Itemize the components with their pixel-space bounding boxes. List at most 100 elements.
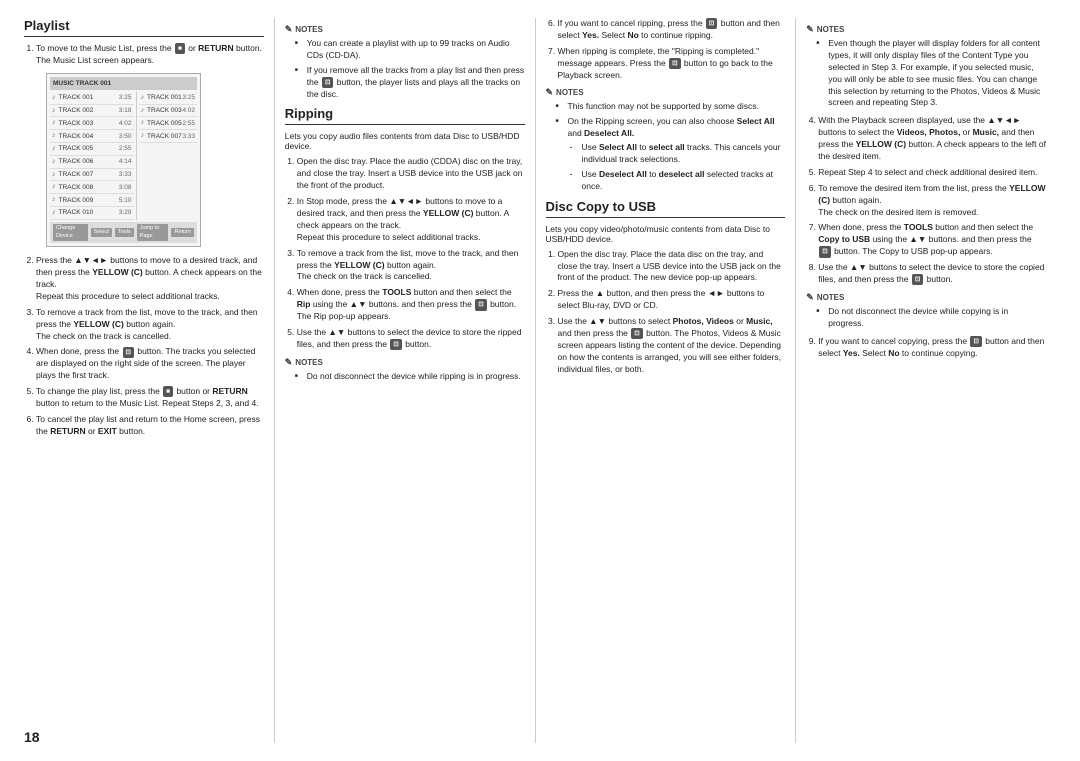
deselect-all-label: Deselect All (599, 169, 647, 179)
notes-box-1: ✎ NOTES You can create a playlist with u… (285, 24, 525, 100)
button-icon: ⊡ (970, 336, 981, 347)
list-item: To remove a track from the list, move to… (36, 307, 264, 343)
exit-label: EXIT (98, 426, 117, 436)
button-icon: ⊡ (706, 18, 717, 29)
toolbar-btn[interactable]: Change Device (53, 224, 88, 241)
sub-notes: Use Select All to select all tracks. Thi… (574, 142, 786, 193)
track-row: ♪TRACK 0064:14 (50, 156, 134, 169)
list-item: Use the ▲▼ buttons to select Photos, Vid… (558, 316, 786, 375)
list-item: To change the play list, press the ■ but… (36, 386, 264, 410)
list-item: Open the disc tray. Place the audio (CDD… (297, 156, 525, 192)
notes-header: ✎ NOTES (546, 87, 786, 98)
ripping-steps: Open the disc tray. Place the audio (CDD… (297, 156, 525, 350)
yellow-c-label: YELLOW (C) (818, 183, 1045, 205)
list-item: Use the ▲▼ buttons to select the device … (818, 262, 1046, 286)
track-row: ♪TRACK 0034:02 (50, 117, 134, 130)
toolbar-btn[interactable]: Select (91, 228, 112, 238)
copy-usb-label: Copy to USB (818, 234, 870, 244)
note-item: Do not disconnect the device while copyi… (820, 306, 1046, 330)
no-label: No (627, 30, 638, 40)
button-icon: ⊡ (669, 58, 680, 69)
notes-icon: ✎ (285, 24, 293, 35)
track-row: ♪TRACK 0095:10 (50, 194, 134, 207)
note-item: Even though the player will display fold… (820, 38, 1046, 109)
button-icon: ⊡ (322, 77, 333, 88)
button-icon: ⊡ (631, 328, 642, 339)
note-item: Do not disconnect the device while rippi… (299, 371, 525, 383)
yellow-c-label: YELLOW (C) (423, 208, 474, 218)
list-item: When done, press the ⊡ button. The track… (36, 346, 264, 382)
button-icon: ■ (175, 43, 185, 54)
select-all-action: select all (649, 142, 685, 152)
heading-ripping: Ripping (285, 106, 525, 125)
notes-list: Even though the player will display fold… (820, 38, 1046, 109)
notes-content: Do not disconnect the device while copyi… (810, 306, 1046, 330)
list-item: When ripping is complete, the "Ripping i… (558, 46, 786, 82)
list-item: Open the disc tray. Place the data disc … (558, 249, 786, 285)
music-list-toolbar: Change Device Select Tools Jump to Page … (50, 222, 197, 243)
track-row: ♪TRACK 0034:02 (139, 105, 197, 118)
heading-playlist: Playlist (24, 18, 264, 37)
return-label: RETURN (50, 426, 85, 436)
track-row: ♪TRACK 0083:08 (50, 181, 134, 194)
list-item: Press the ▲ button, and then press the ◄… (558, 288, 786, 312)
notes-list: Do not disconnect the device while copyi… (820, 306, 1046, 330)
notes-label: NOTES (295, 358, 323, 367)
col-playlist: Playlist To move to the Music List, pres… (24, 18, 275, 743)
track-row: ♪TRACK 0043:50 (50, 130, 134, 143)
track-row: ♪TRACK 0103:29 (50, 207, 134, 220)
yellow-c-label: YELLOW (C) (856, 139, 907, 149)
rip-label: Rip (297, 299, 311, 309)
notes-content: Even though the player will display fold… (810, 38, 1046, 109)
yellow-c-label: YELLOW (C) (73, 319, 124, 329)
track-row: ♪TRACK 0013:25 (50, 92, 134, 105)
toolbar-btn[interactable]: Jump to Page (137, 224, 169, 241)
note-item: You can create a playlist with up to 99 … (299, 38, 525, 62)
toolbar-btn[interactable]: Tools (115, 228, 134, 238)
tools-label: TOOLS (382, 287, 411, 297)
note-item: On the Ripping screen, you can also choo… (560, 116, 786, 192)
yellow-c-label: YELLOW (C) (334, 260, 385, 270)
button-icon: ⊡ (819, 246, 830, 257)
yes-label: Yes. (582, 30, 599, 40)
notes-box-3: ✎ NOTES This function may not be support… (546, 87, 786, 192)
notes-box-5: ✎ NOTES Do not disconnect the device whi… (806, 292, 1046, 330)
toolbar-btn[interactable]: Return (171, 228, 194, 238)
notes-header: ✎ NOTES (285, 357, 525, 368)
list-item: If you want to cancel copying, press the… (818, 336, 1046, 360)
heading-disc-copy: Disc Copy to USB (546, 199, 786, 218)
music-label: Music, (746, 316, 772, 326)
ripping-intro: Lets you copy audio files contents from … (285, 131, 525, 151)
track-row: ♪TRACK 0073:33 (50, 169, 134, 182)
col-disc-copy: If you want to cancel ripping, press the… (536, 18, 797, 743)
col-disc-copy-cont: ✎ NOTES Even though the player will disp… (796, 18, 1056, 743)
list-item: Press the ▲▼◄► buttons to move to a desi… (36, 255, 264, 303)
playlist-steps: To move to the Music List, press the ■ o… (36, 43, 264, 438)
button-icon: ⊡ (475, 299, 486, 310)
notes-label: NOTES (556, 88, 584, 97)
music-list-header: MUSIC TRACK 001 (50, 77, 197, 90)
note-sub-item: Use Select All to select all tracks. Thi… (574, 142, 786, 166)
notes-box-2: ✎ NOTES Do not disconnect the device whi… (285, 357, 525, 383)
disc-copy-steps-cont: With the Playback screen displayed, use … (818, 115, 1046, 286)
col-ripping: ✎ NOTES You can create a playlist with u… (275, 18, 536, 743)
deselect-all-label: Deselect All. (584, 128, 634, 138)
list-item: With the Playback screen displayed, use … (818, 115, 1046, 163)
notes-content: You can create a playlist with up to 99 … (289, 38, 525, 100)
list-item: In Stop mode, press the ▲▼◄► buttons to … (297, 196, 525, 244)
notes-content: This function may not be supported by so… (550, 101, 786, 192)
disc-copy-intro: Lets you copy video/photo/music contents… (546, 224, 786, 244)
page-layout: Playlist To move to the Music List, pres… (24, 18, 1056, 743)
track-row: ♪TRACK 0052:55 (50, 143, 134, 156)
notes-icon: ✎ (546, 87, 554, 98)
yellow-c-label: YELLOW (C) (92, 267, 143, 277)
disc-copy-steps: Open the disc tray. Place the data disc … (558, 249, 786, 376)
tools-label: TOOLS (904, 222, 933, 232)
button-icon: ⊡ (390, 339, 401, 350)
notes-list: Do not disconnect the device while rippi… (299, 371, 525, 383)
list-item: If you want to cancel ripping, press the… (558, 18, 786, 42)
notes-header: ✎ NOTES (806, 24, 1046, 35)
notes-box-4: ✎ NOTES Even though the player will disp… (806, 24, 1046, 109)
yes-label: Yes. (843, 348, 860, 358)
music-list-mockup: MUSIC TRACK 001 ♪TRACK 0013:25 ♪TRACK 00… (46, 73, 201, 247)
